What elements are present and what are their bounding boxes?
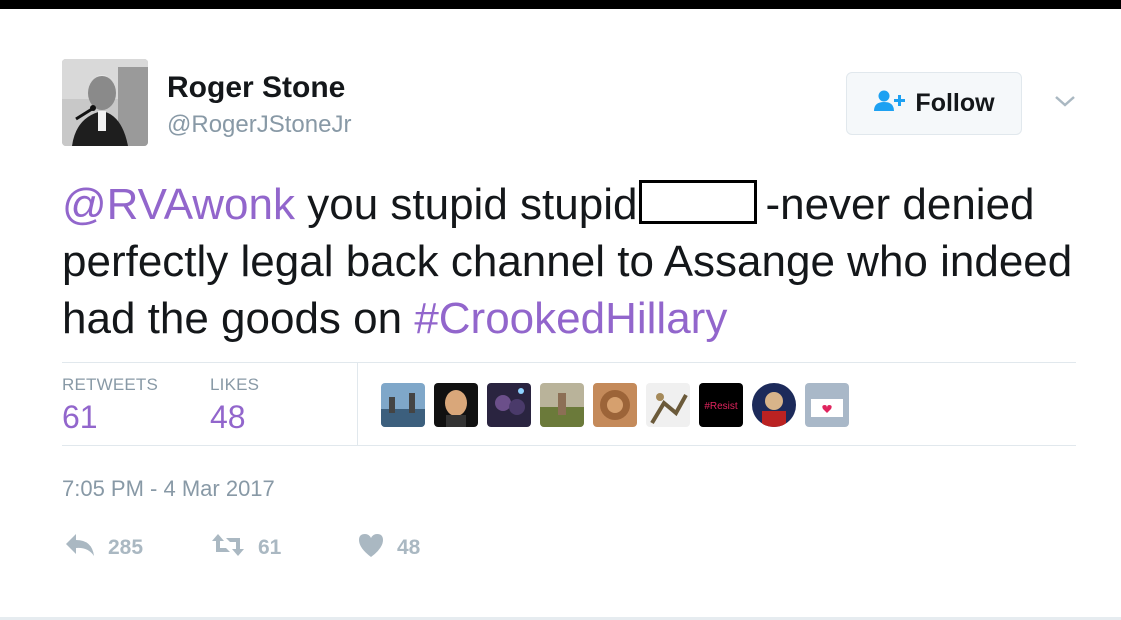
likes-label: LIKES bbox=[210, 375, 260, 394]
retweet-count: 61 bbox=[258, 535, 282, 559]
user-name[interactable]: Roger Stone bbox=[167, 71, 345, 105]
retweet-icon bbox=[210, 532, 246, 563]
top-bar bbox=[0, 0, 1121, 9]
liker-avatar-6[interactable] bbox=[646, 383, 690, 427]
heart-icon bbox=[357, 532, 385, 563]
liker-avatar-8[interactable] bbox=[752, 383, 796, 427]
like-count: 48 bbox=[397, 535, 421, 559]
liker-avatar-4[interactable] bbox=[540, 383, 584, 427]
like-action[interactable]: 48 bbox=[357, 532, 420, 563]
reply-action[interactable]: 285 bbox=[64, 532, 143, 563]
stats-separator bbox=[357, 362, 358, 445]
follow-person-icon bbox=[873, 90, 907, 117]
avatar[interactable] bbox=[62, 59, 148, 146]
liker-avatar-2[interactable] bbox=[434, 383, 478, 427]
tweet-text-part-1: you stupid stupid bbox=[295, 180, 638, 229]
likes-stat[interactable]: LIKES 48 bbox=[210, 375, 259, 436]
tweet-text: @RVAwonk you stupid stupid -never denied … bbox=[62, 176, 1082, 347]
divider-top bbox=[62, 362, 1076, 363]
reply-count: 285 bbox=[108, 535, 144, 559]
chevron-down-icon[interactable] bbox=[1053, 91, 1077, 111]
liker-avatar-7[interactable]: #Resist bbox=[699, 383, 743, 427]
hashtag-link[interactable]: #CrookedHillary bbox=[414, 294, 727, 343]
retweets-value: 61 bbox=[62, 399, 98, 435]
retweet-action[interactable]: 61 bbox=[210, 532, 281, 563]
liker-avatar-5[interactable] bbox=[593, 383, 637, 427]
likers-avatars: #Resist bbox=[381, 383, 849, 427]
liker-avatar-3[interactable] bbox=[487, 383, 531, 427]
likes-value: 48 bbox=[210, 399, 246, 435]
tweet-timestamp[interactable]: 7:05 PM - 4 Mar 2017 bbox=[62, 476, 275, 502]
retweets-stat[interactable]: RETWEETS 61 bbox=[62, 375, 158, 436]
follow-button[interactable]: Follow bbox=[846, 72, 1022, 135]
user-handle[interactable]: @RogerJStoneJr bbox=[167, 111, 351, 139]
retweets-label: RETWEETS bbox=[62, 375, 159, 394]
mention-link[interactable]: @RVAwonk bbox=[62, 180, 295, 229]
divider-bottom bbox=[62, 445, 1076, 446]
liker-avatar-1[interactable] bbox=[381, 383, 425, 427]
reply-icon bbox=[64, 532, 96, 563]
follow-button-label: Follow bbox=[915, 89, 995, 117]
redaction-box bbox=[639, 180, 758, 224]
resist-text: #Resist bbox=[704, 401, 738, 412]
liker-avatar-9[interactable] bbox=[805, 383, 849, 427]
